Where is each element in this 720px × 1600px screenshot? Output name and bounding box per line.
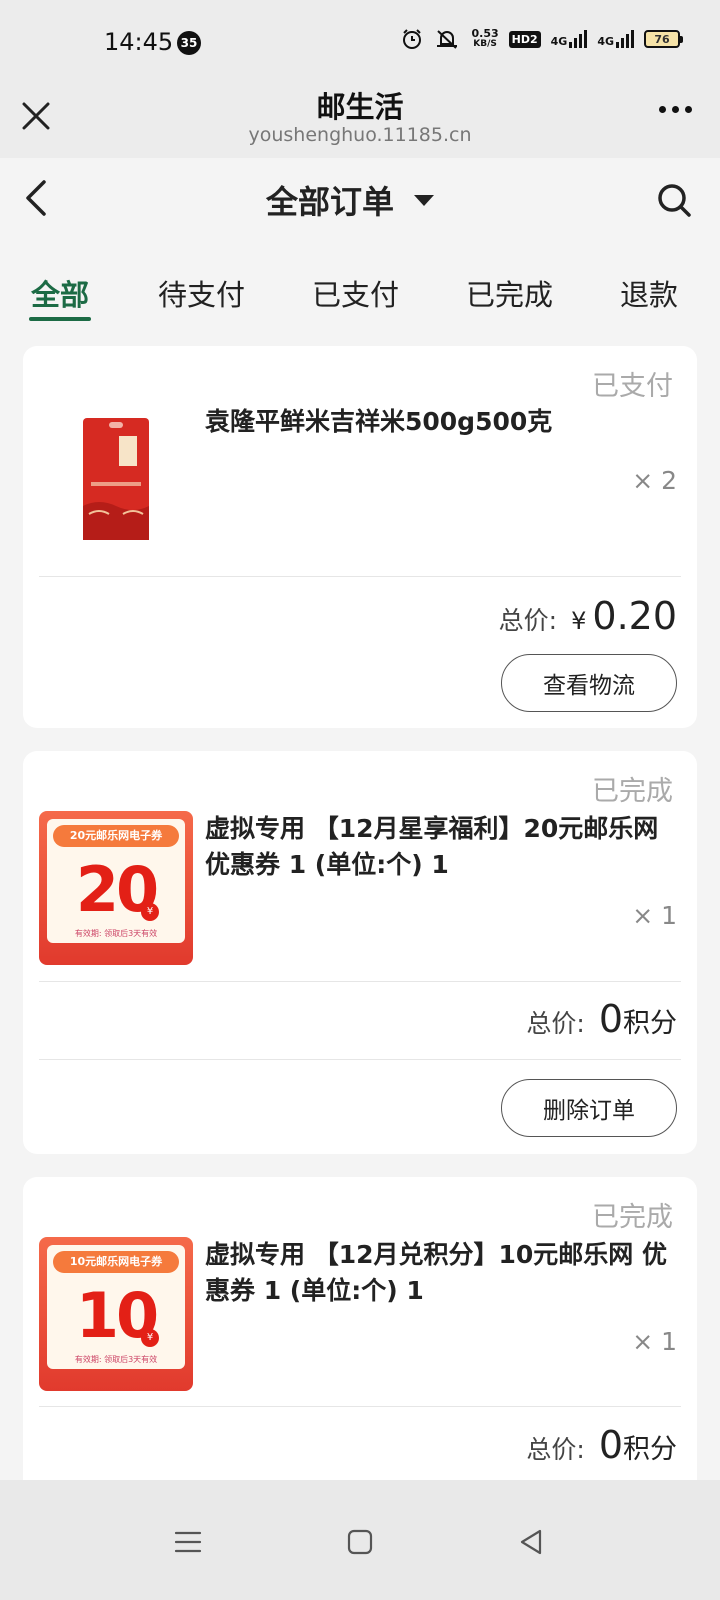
coupon-value: 10 bbox=[75, 1279, 159, 1352]
order-status: 已完成 bbox=[592, 1202, 673, 1233]
total-points: 0 bbox=[598, 997, 623, 1041]
delete-order-button[interactable]: 删除订单 bbox=[501, 1079, 677, 1137]
status-bar: 14:45 35 0.53 KB/S HD2 4G 4G 76 bbox=[0, 0, 720, 80]
nav-bar: 全部订单 bbox=[0, 158, 720, 240]
rice-bag-product-image[interactable] bbox=[39, 406, 193, 560]
system-navigation-bar bbox=[0, 1480, 720, 1600]
order-total: 总价: 0 积分 bbox=[526, 997, 677, 1041]
signal-1-label: 4G bbox=[550, 35, 568, 48]
battery-indicator: 76 bbox=[644, 30, 683, 48]
coupon-yen-icon: ¥ bbox=[141, 903, 159, 921]
product-name[interactable]: 虚拟专用 【12月星享福利】20元邮乐网 优惠券 1 (单位:个) 1 bbox=[205, 811, 673, 883]
chevron-down-icon bbox=[414, 194, 435, 206]
more-options-icon[interactable] bbox=[659, 106, 692, 113]
net-speed-value: 0.53 bbox=[471, 27, 499, 40]
points-unit: 积分 bbox=[623, 1434, 677, 1465]
coupon-product-image[interactable]: 10元邮乐网电子券 10 ¥ 有效期: 领取后3天有效 bbox=[39, 1237, 193, 1391]
total-label: 总价: bbox=[526, 1435, 585, 1464]
coupon-tag: 20元邮乐网电子券 bbox=[53, 825, 179, 847]
signal-2: 4G bbox=[597, 30, 634, 48]
signal-2-label: 4G bbox=[597, 35, 614, 48]
alarm-icon bbox=[403, 29, 422, 49]
back-triangle-icon[interactable] bbox=[512, 1522, 552, 1562]
status-icons: 0.53 KB/S HD2 4G 4G 76 bbox=[401, 28, 683, 50]
back-arrow-icon[interactable] bbox=[20, 178, 56, 218]
webview-header: 邮生活 youshenghuo.11185.cn bbox=[0, 80, 720, 158]
order-card[interactable]: 已支付 袁隆平鲜米吉祥米500g500克 × 2 总价: ¥ 0.20 查看物流 bbox=[23, 346, 697, 728]
coupon-value: 20 bbox=[75, 853, 159, 926]
net-speed-unit: KB/S bbox=[473, 39, 497, 49]
menu-icon[interactable] bbox=[168, 1522, 208, 1562]
divider bbox=[39, 1406, 681, 1407]
coupon-validity: 有效期: 领取后3天有效 bbox=[74, 1355, 158, 1364]
order-status: 已支付 bbox=[592, 371, 673, 402]
coupon-face: 10元邮乐网电子券 10 ¥ 有效期: 领取后3天有效 bbox=[47, 1245, 185, 1369]
total-points: 0 bbox=[598, 1423, 623, 1467]
total-label: 总价: bbox=[526, 1009, 585, 1038]
notification-count-badge: 35 bbox=[177, 31, 201, 55]
tab-paid[interactable]: 已支付 bbox=[312, 272, 399, 314]
divider bbox=[39, 1059, 681, 1060]
product-quantity: × 1 bbox=[632, 901, 677, 930]
order-card[interactable]: 已完成 20元邮乐网电子券 20 ¥ 有效期: 领取后3天有效 虚拟专用 【12… bbox=[23, 751, 697, 1154]
search-icon[interactable] bbox=[656, 182, 692, 218]
coupon-tag: 10元邮乐网电子券 bbox=[53, 1251, 179, 1273]
hd-indicator: HD2 bbox=[508, 30, 541, 48]
order-status: 已完成 bbox=[592, 776, 673, 807]
order-tabs: 全部 待支付 已支付 已完成 退款 bbox=[0, 262, 720, 326]
mute-bell-icon bbox=[437, 30, 458, 49]
divider bbox=[39, 981, 681, 982]
total-amount: 0.20 bbox=[592, 594, 677, 638]
order-filter-dropdown[interactable]: 全部订单 bbox=[266, 177, 435, 223]
tab-refund[interactable]: 退款 bbox=[620, 272, 678, 314]
page-title: 全部订单 bbox=[266, 183, 395, 221]
order-total: 总价: ¥ 0.20 bbox=[499, 594, 677, 638]
webview-url: youshenghuo.11185.cn bbox=[248, 124, 472, 146]
webview-title: 邮生活 bbox=[316, 90, 404, 124]
order-total: 总价: 0 积分 bbox=[526, 1423, 677, 1467]
product-name[interactable]: 虚拟专用 【12月兑积分】10元邮乐网 优惠券 1 (单位:个) 1 bbox=[205, 1237, 673, 1309]
points-unit: 积分 bbox=[623, 1008, 677, 1039]
product-quantity: × 2 bbox=[632, 466, 677, 495]
total-label: 总价: bbox=[498, 606, 558, 635]
status-time: 14:45 bbox=[104, 28, 174, 56]
view-logistics-button[interactable]: 查看物流 bbox=[501, 654, 677, 712]
coupon-face: 20元邮乐网电子券 20 ¥ 有效期: 领取后3天有效 bbox=[47, 819, 185, 943]
signal-1: 4G bbox=[551, 30, 588, 48]
coupon-validity: 有效期: 领取后3天有效 bbox=[74, 929, 158, 938]
tab-all[interactable]: 全部 bbox=[31, 272, 89, 314]
coupon-yen-icon: ¥ bbox=[141, 1329, 159, 1347]
tab-pending-payment[interactable]: 待支付 bbox=[158, 272, 245, 314]
tab-completed[interactable]: 已完成 bbox=[466, 272, 553, 314]
signal-bars-icon bbox=[569, 30, 588, 48]
active-tab-indicator bbox=[29, 317, 91, 321]
net-speed: 0.53 KB/S bbox=[471, 28, 498, 50]
product-name[interactable]: 袁隆平鲜米吉祥米500g500克 bbox=[205, 404, 673, 440]
currency-symbol: ¥ bbox=[571, 607, 587, 635]
divider bbox=[39, 576, 681, 577]
order-card[interactable]: 已完成 10元邮乐网电子券 10 ¥ 有效期: 领取后3天有效 虚拟专用 【12… bbox=[23, 1177, 697, 1497]
signal-bars-icon bbox=[616, 30, 634, 48]
home-square-icon[interactable] bbox=[340, 1522, 380, 1562]
coupon-product-image[interactable]: 20元邮乐网电子券 20 ¥ 有效期: 领取后3天有效 bbox=[39, 811, 193, 965]
product-quantity: × 1 bbox=[632, 1327, 677, 1356]
